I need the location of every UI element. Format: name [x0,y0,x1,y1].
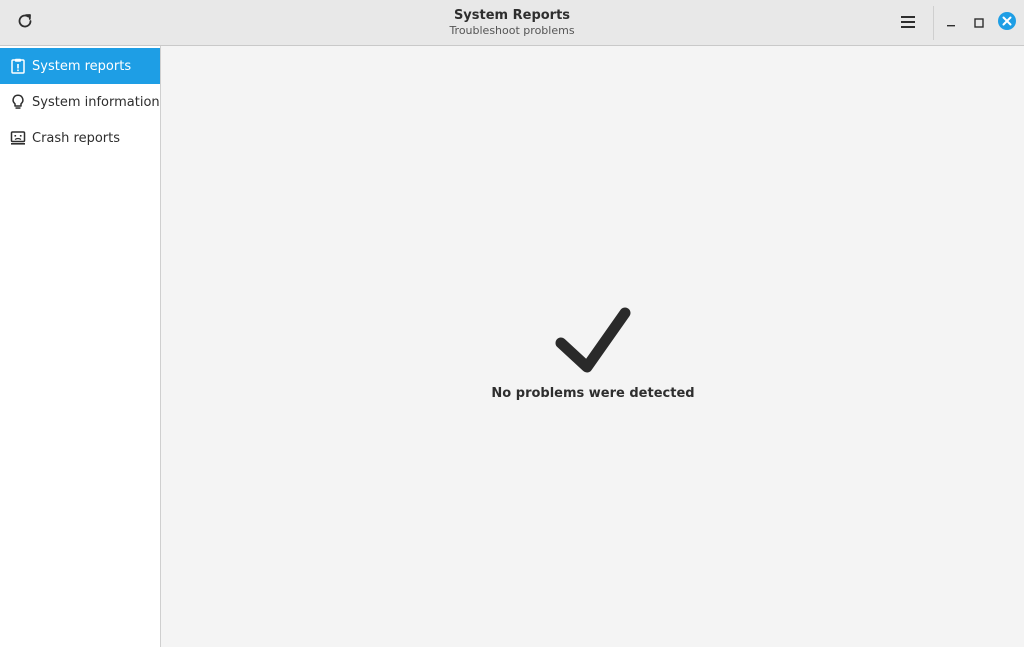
refresh-icon [16,12,34,34]
sad-computer-icon [10,130,26,146]
sidebar-item-label: System reports [32,58,132,74]
app-window: System Reports Troubleshoot problems Sys… [0,0,1024,647]
status-message: No problems were detected [491,386,695,401]
main-content: No problems were detected [161,47,1024,647]
title-area: System Reports Troubleshoot problems [312,0,712,46]
close-icon [997,11,1017,35]
sidebar-item-system-information[interactable]: System information [0,84,160,120]
close-button[interactable] [996,12,1018,34]
main-menu-button[interactable] [893,8,923,38]
maximize-icon [973,14,985,33]
minimize-button[interactable] [940,10,962,36]
refresh-button[interactable] [10,8,40,38]
sidebar-item-label: System information [32,94,160,110]
lightbulb-icon [10,94,26,110]
hamburger-menu-icon [900,14,916,33]
header-bar: System Reports Troubleshoot problems [0,0,1024,46]
sidebar: System reports System information Crash … [0,46,161,647]
maximize-button[interactable] [968,10,990,36]
clipboard-icon [10,58,26,74]
sidebar-item-label: Crash reports [32,130,121,146]
checkmark-icon [553,305,633,375]
window-title: System Reports [453,8,571,23]
minimize-icon [945,14,957,33]
window-subtitle: Troubleshoot problems [449,24,575,37]
sidebar-item-system-reports[interactable]: System reports [0,48,160,84]
sidebar-item-crash-reports[interactable]: Crash reports [0,120,160,156]
header-separator [933,6,934,40]
